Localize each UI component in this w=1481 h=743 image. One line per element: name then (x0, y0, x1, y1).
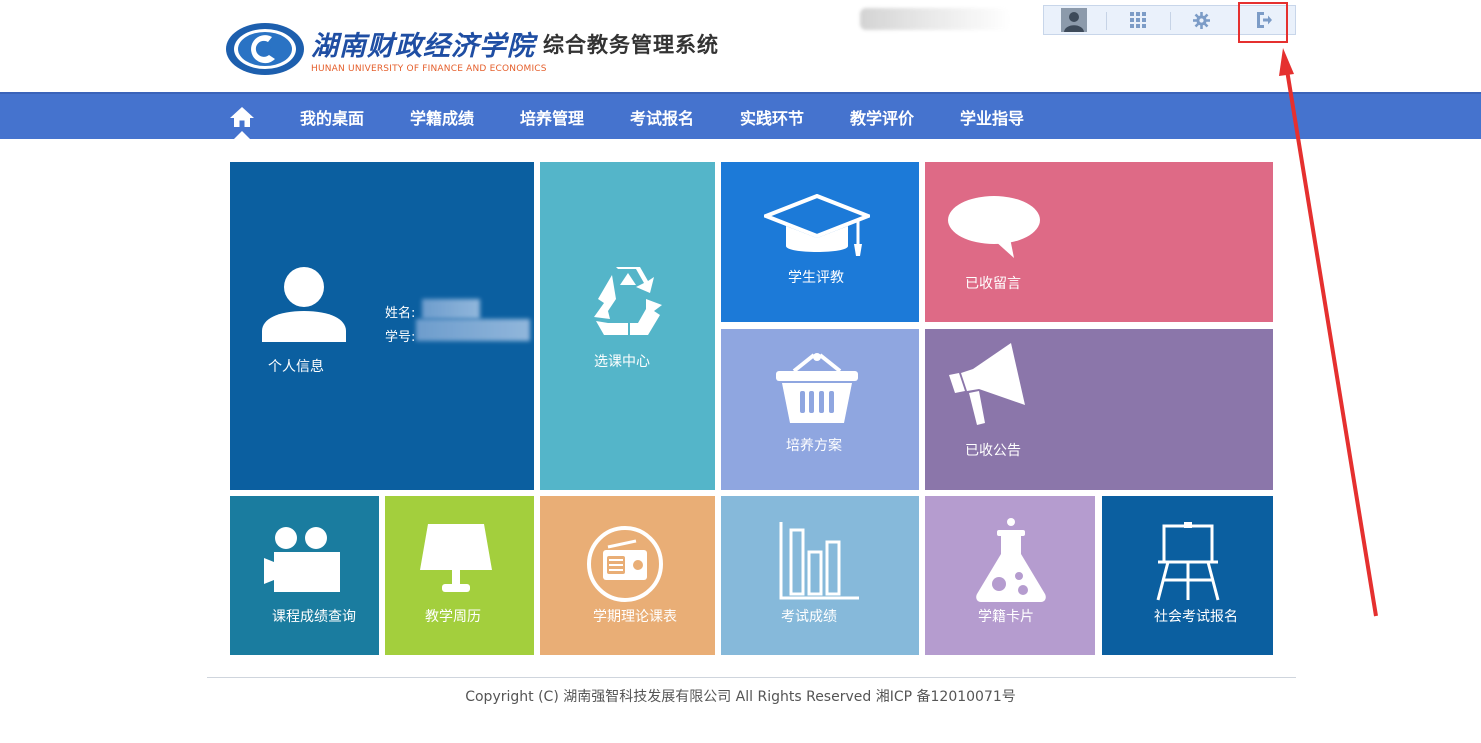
annotation-arrow (1279, 48, 1378, 617)
